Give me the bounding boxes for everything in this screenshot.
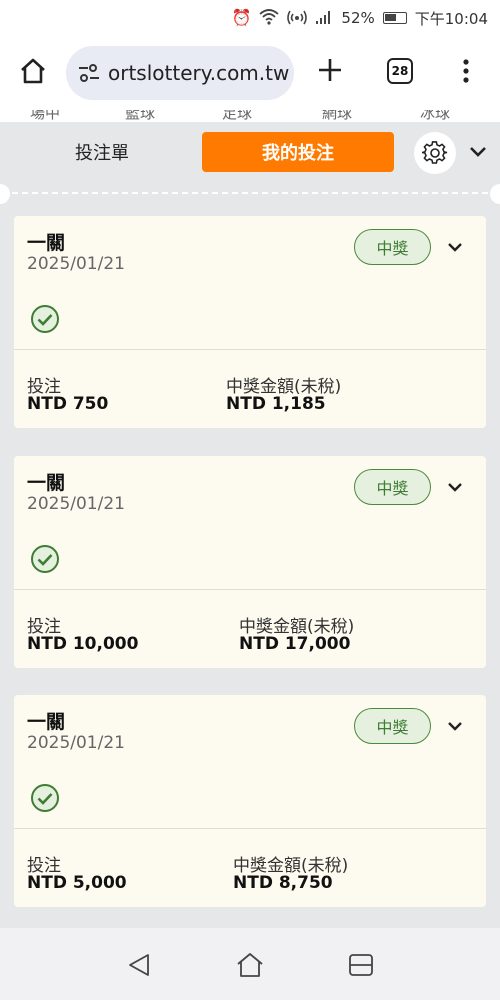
home-icon — [21, 58, 45, 84]
nav-back-icon[interactable] — [124, 950, 154, 980]
new-tab-button[interactable] — [316, 56, 344, 84]
battery-percent: 52% — [341, 9, 375, 27]
bet-card[interactable]: 一關 2025/01/21 中獎 投注 NTD 5,000 中獎金額(未稅) N… — [14, 695, 486, 907]
stake-value: NTD 5,000 — [27, 873, 127, 893]
signal-icon — [315, 10, 333, 27]
payout-value: NTD 1,185 — [226, 394, 326, 414]
browser-home-button[interactable] — [18, 56, 48, 86]
chevron-down-icon — [470, 147, 486, 157]
bet-card[interactable]: 一關 2025/01/21 中獎 投注 NTD 750 中獎金額(未稅) NTD… — [14, 216, 486, 428]
panel-tabs: 投注單 我的投注 — [0, 122, 500, 188]
settings-button[interactable] — [414, 132, 456, 174]
site-nav-item[interactable]: 場中 — [30, 110, 60, 122]
nav-recents-icon[interactable] — [346, 950, 376, 980]
dashed-divider — [0, 184, 500, 204]
clock: 下午10:04 — [414, 9, 488, 28]
stake-value: NTD 750 — [27, 394, 109, 414]
nav-home-icon[interactable] — [235, 950, 265, 980]
stake-value: NTD 10,000 — [27, 634, 139, 654]
more-vert-icon — [463, 59, 469, 83]
gear-icon — [422, 141, 448, 164]
site-nav-item[interactable]: 網球 — [322, 110, 352, 122]
tab-bet-slip[interactable]: 投注單 — [40, 132, 164, 172]
site-nav-item[interactable]: 足球 — [222, 110, 252, 122]
bet-date: 2025/01/21 — [27, 254, 125, 274]
bet-date: 2025/01/21 — [27, 494, 125, 514]
chevron-down-icon[interactable] — [447, 481, 463, 493]
check-circle-icon — [31, 305, 59, 333]
chevron-down-icon[interactable] — [447, 241, 463, 253]
panel-collapse-button[interactable] — [468, 144, 488, 160]
status-bar: ⏰ 52% 下午10:04 — [0, 0, 500, 36]
bet-type: 一關 — [27, 711, 66, 733]
browser-toolbar: ortslottery.com.tw 28 — [0, 36, 500, 110]
battery-icon — [382, 12, 407, 24]
site-nav-partial: 場中 籃球 足球 網球 冰球 — [0, 110, 500, 122]
check-circle-icon — [31, 784, 59, 812]
tab-count: 28 — [391, 64, 409, 78]
status-badge: 中獎 — [354, 469, 431, 505]
system-nav-bar — [0, 928, 500, 1000]
tab-my-bets[interactable]: 我的投注 — [202, 132, 394, 172]
status-badge: 中獎 — [354, 708, 431, 744]
wifi-icon — [259, 8, 280, 29]
payout-value: NTD 8,750 — [233, 873, 333, 893]
site-nav-item[interactable]: 籃球 — [125, 110, 155, 122]
check-circle-icon — [31, 545, 59, 573]
tabs-icon[interactable]: 28 — [387, 58, 413, 84]
url-text: ortslottery.com.tw — [108, 61, 290, 85]
bet-date: 2025/01/21 — [27, 733, 125, 753]
site-nav-item[interactable]: 冰球 — [420, 110, 450, 122]
payout-value: NTD 17,000 — [239, 634, 351, 654]
more-menu-button[interactable] — [456, 56, 476, 86]
bet-panel: 投注單 我的投注 一關 2025/01/21 中獎 投注 NTD 750 中獎金… — [0, 122, 500, 928]
bet-type: 一關 — [27, 232, 66, 254]
hotspot-icon — [287, 8, 308, 29]
chevron-down-icon[interactable] — [447, 720, 463, 732]
tune-icon[interactable] — [78, 64, 100, 82]
alarm-icon: ⏰ — [231, 8, 252, 27]
bet-card[interactable]: 一關 2025/01/21 中獎 投注 NTD 10,000 中獎金額(未稅) … — [14, 456, 486, 668]
plus-icon — [319, 59, 341, 81]
status-badge: 中獎 — [354, 229, 431, 265]
address-bar[interactable]: ortslottery.com.tw — [66, 46, 294, 100]
bet-type: 一關 — [27, 472, 66, 494]
